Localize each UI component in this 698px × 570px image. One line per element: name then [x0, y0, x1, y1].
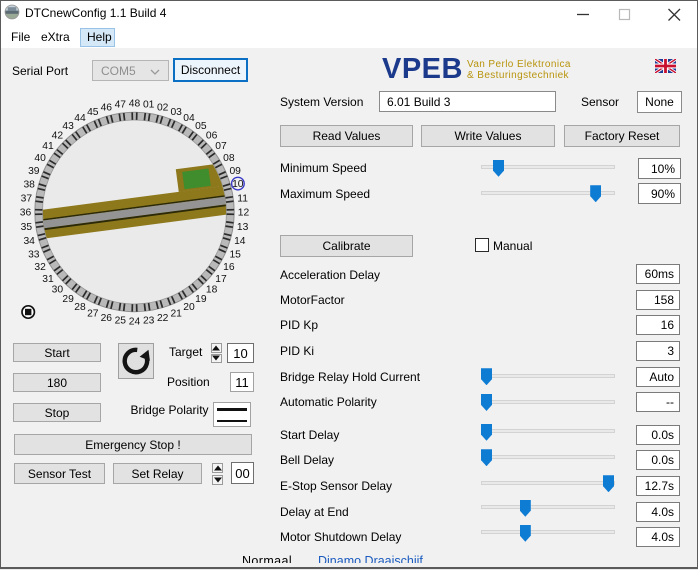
svg-text:12: 12	[238, 208, 250, 219]
svg-text:04: 04	[183, 113, 195, 124]
svg-text:40: 40	[34, 153, 46, 164]
svg-text:48: 48	[129, 99, 141, 110]
svg-text:14: 14	[234, 236, 246, 247]
svg-text:19: 19	[195, 294, 207, 305]
svg-text:36: 36	[20, 208, 32, 219]
svg-text:27: 27	[87, 308, 99, 319]
svg-text:35: 35	[21, 222, 33, 233]
svg-text:43: 43	[62, 121, 74, 132]
svg-text:23: 23	[143, 316, 155, 327]
svg-text:32: 32	[34, 262, 46, 273]
svg-text:02: 02	[157, 102, 169, 113]
svg-text:16: 16	[223, 262, 235, 273]
svg-text:25: 25	[115, 316, 127, 327]
svg-text:33: 33	[28, 249, 40, 260]
svg-text:08: 08	[223, 153, 235, 164]
svg-text:09: 09	[229, 166, 241, 177]
svg-text:31: 31	[42, 274, 54, 285]
svg-text:42: 42	[52, 131, 64, 142]
svg-text:34: 34	[23, 236, 35, 247]
svg-text:01: 01	[143, 100, 155, 111]
svg-text:29: 29	[62, 294, 74, 305]
svg-text:30: 30	[52, 285, 64, 296]
svg-text:15: 15	[229, 249, 241, 260]
svg-text:11: 11	[237, 193, 248, 204]
svg-text:26: 26	[101, 313, 113, 324]
svg-text:13: 13	[237, 222, 249, 233]
svg-text:24: 24	[129, 317, 141, 328]
svg-text:07: 07	[215, 141, 227, 152]
svg-text:18: 18	[206, 285, 218, 296]
svg-text:03: 03	[170, 107, 182, 118]
svg-text:45: 45	[87, 107, 99, 118]
svg-text:46: 46	[101, 102, 113, 113]
svg-text:44: 44	[74, 113, 86, 124]
svg-text:22: 22	[157, 313, 169, 324]
svg-text:28: 28	[74, 302, 86, 313]
svg-text:17: 17	[215, 274, 227, 285]
svg-text:38: 38	[23, 179, 35, 190]
svg-text:37: 37	[21, 193, 33, 204]
svg-text:47: 47	[115, 100, 127, 111]
svg-text:41: 41	[42, 141, 54, 152]
svg-text:21: 21	[170, 308, 182, 319]
svg-text:39: 39	[28, 166, 40, 177]
svg-text:06: 06	[206, 131, 218, 142]
svg-text:20: 20	[183, 302, 195, 313]
